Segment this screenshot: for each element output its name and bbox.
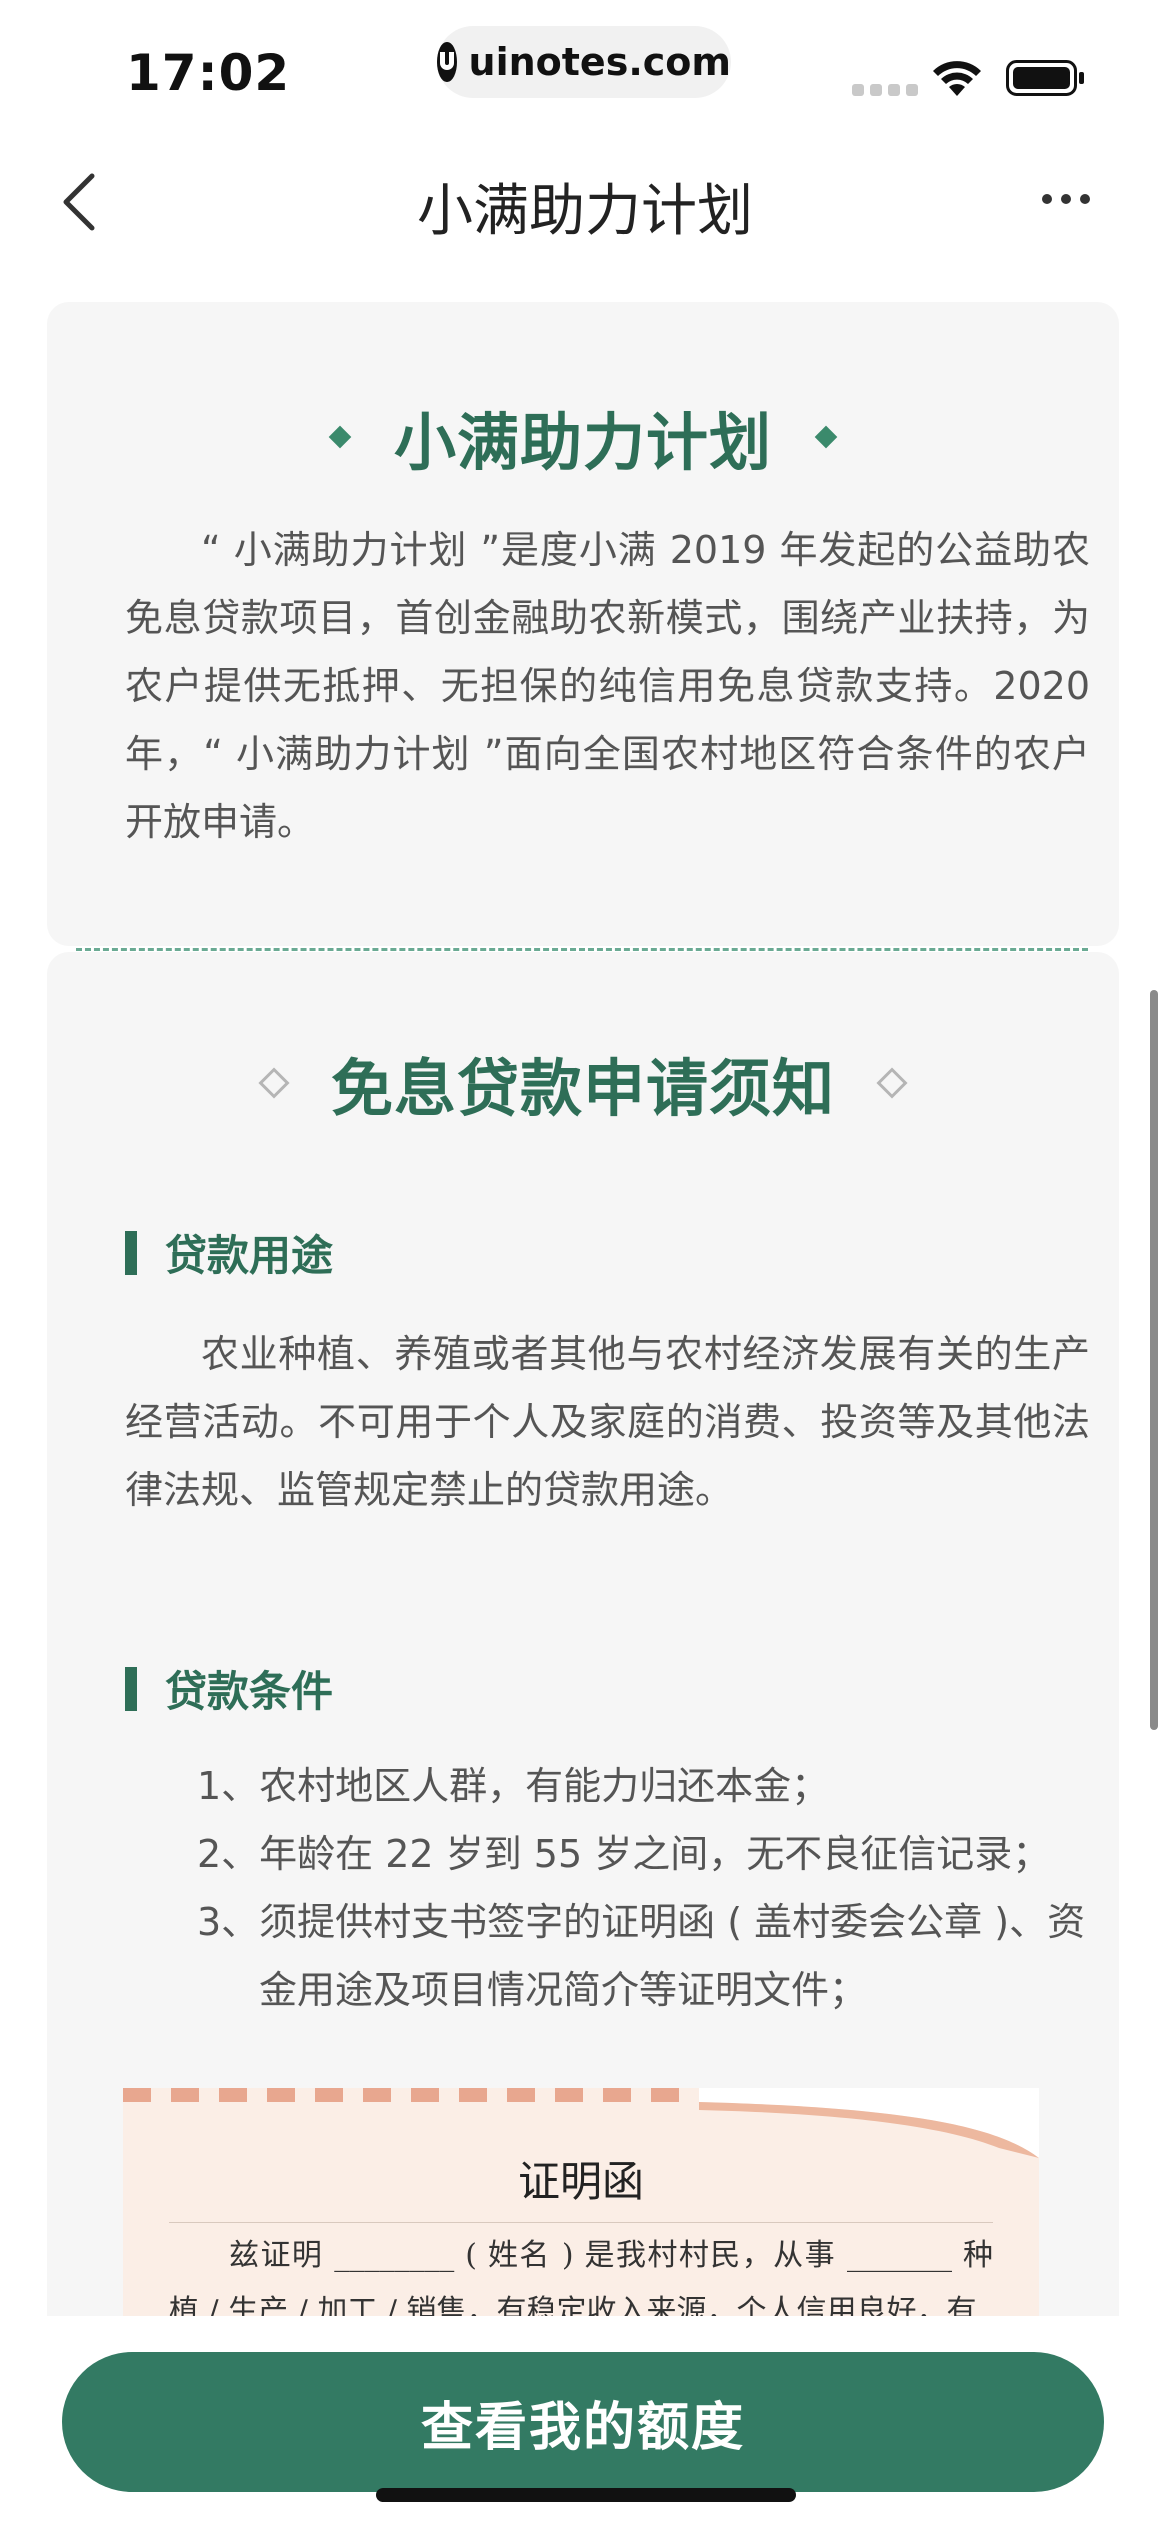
diamond-icon — [328, 425, 352, 449]
diamond-icon — [814, 425, 838, 449]
notice-title: 免息贷款申请须知 — [330, 1052, 835, 1125]
usage-paragraph: 农业种植、养殖或者其他与农村经济发展有关的生产经营活动。不可用于个人及家庭的消费… — [125, 1332, 1090, 1512]
intro-title: 小满助力计划 — [393, 406, 772, 479]
nav-bar: 小满助力计划 — [0, 140, 1170, 260]
heading-bar — [125, 1230, 137, 1275]
intro-card: 小满助力计划 “ 小满助力计划 ”是度小满 2019 年发起的公益助农免息贷款项… — [47, 302, 1119, 946]
condition-item: 3、须提供村支书签字的证明函 ( 盖村委会公章 )、资金用途及项目情况简介等证明… — [197, 1900, 1086, 2012]
usage-heading-text: 贷款用途 — [165, 1231, 334, 1280]
scrollbar[interactable] — [1150, 990, 1158, 1730]
intro-paragraph: “ 小满助力计划 ”是度小满 2019 年发起的公益助农免息贷款项目，首创金融助… — [125, 528, 1090, 844]
diamond-outline-icon — [258, 1067, 290, 1099]
usage-heading: 贷款用途 — [125, 1222, 333, 1283]
wifi-icon — [933, 61, 981, 96]
cellular-signal-icon — [852, 84, 918, 96]
dashed-divider — [76, 948, 1088, 951]
home-indicator[interactable] — [376, 2488, 796, 2502]
notice-title-row: 免息贷款申请须知 — [47, 1038, 1119, 1128]
notice-card: 免息贷款申请须知 贷款用途 农业种植、养殖或者其他与农村经济发展有关的生产经营活… — [47, 952, 1119, 2532]
more-icon[interactable] — [1040, 192, 1092, 206]
heading-bar — [125, 1666, 137, 1711]
battery-icon — [1006, 60, 1084, 96]
site-logo-icon — [437, 42, 457, 82]
intro-title-row: 小满助力计划 — [47, 392, 1119, 482]
condition-item: 2、年龄在 22 岁到 55 岁之间，无不良征信记录； — [197, 1832, 1051, 1876]
certificate-title: 证明函 — [517, 2157, 644, 2206]
url-text: uinotes.com — [468, 40, 731, 84]
conditions-heading-text: 贷款条件 — [165, 1667, 334, 1716]
page: 17:02 uinotes.com 小满助力计划 小满助力计划 “ 小满助力计划… — [0, 0, 1170, 2532]
nav-title: 小满助力计划 — [417, 179, 753, 244]
diamond-outline-icon — [876, 1067, 908, 1099]
status-time: 17:02 — [126, 44, 291, 102]
condition-item: 1、农村地区人群，有能力归还本金； — [197, 1764, 830, 1808]
conditions-heading: 贷款条件 — [125, 1658, 333, 1719]
conditions-list: 1、农村地区人群，有能力归还本金； 2、年龄在 22 岁到 55 岁之间，无不良… — [197, 1752, 1097, 2024]
status-bar: 17:02 uinotes.com — [0, 0, 1170, 140]
certificate-rule — [169, 2222, 993, 2223]
certificate-stripe — [123, 2088, 723, 2102]
url-pill[interactable]: uinotes.com — [437, 26, 731, 98]
check-limit-button[interactable]: 查看我的额度 — [62, 2352, 1104, 2492]
